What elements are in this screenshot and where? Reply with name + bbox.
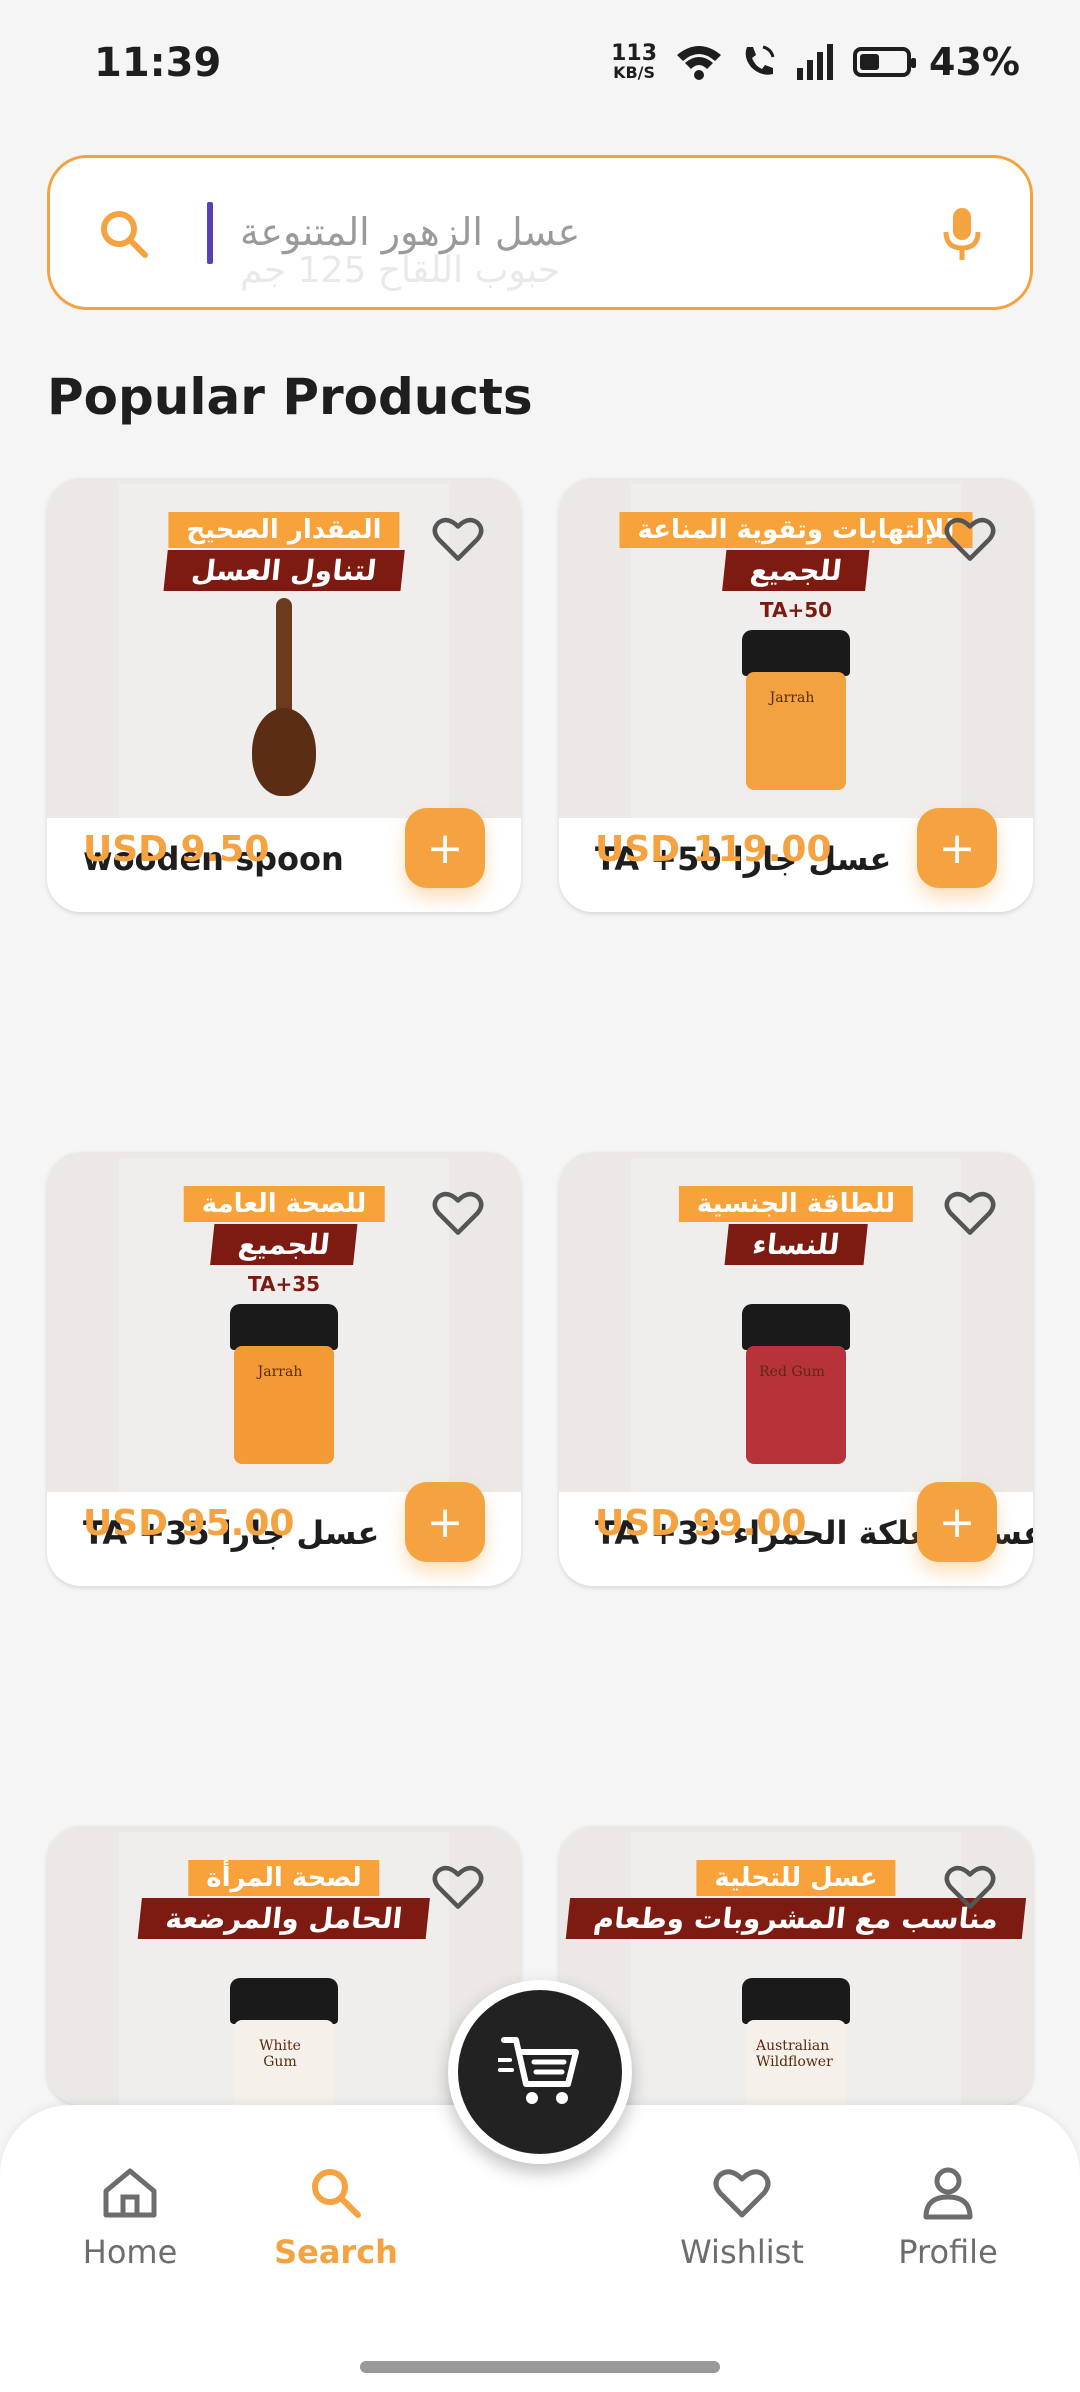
nav-home[interactable]: Home [50, 2165, 210, 2271]
search-placeholder-next: حبوب اللقاح 125 جم [240, 250, 561, 291]
section-title: Popular Products [47, 368, 533, 426]
nav-wishlist-label: Wishlist [680, 2233, 804, 2271]
add-to-cart-button[interactable]: + [917, 1482, 997, 1562]
product-banner-top: للطاقة الجنسية [678, 1186, 914, 1222]
add-to-cart-button[interactable]: + [405, 1482, 485, 1562]
product-badge: TA+35 [247, 1272, 321, 1296]
product-banner-top: لصحة المرأة [188, 1860, 380, 1896]
heart-icon[interactable] [943, 514, 997, 564]
jar-image: White Gum [230, 1978, 338, 2105]
product-price: USD 95.00 [83, 1503, 295, 1544]
nav-search-label: Search [274, 2233, 398, 2271]
jar-image: Australian Wildflower [742, 1978, 850, 2105]
product-banner-bottom: للجميع [210, 1224, 358, 1265]
nav-profile-label: Profile [898, 2233, 998, 2271]
nav-search[interactable]: Search [256, 2165, 416, 2271]
jar-image: Red Gum [742, 1304, 850, 1464]
product-banner-top: للصحة العامة [183, 1186, 385, 1222]
call-signal-icon [745, 45, 775, 75]
product-banner-top: المقدار الصحيح [168, 512, 400, 548]
product-image[interactable]: المقدار الصحيح لتناول العسل [47, 478, 521, 818]
product-card[interactable]: للصحة العامة للجميع TA+35 Jarrah عسل جارا… [47, 1152, 521, 1586]
product-banner-bottom: للجميع [722, 550, 870, 591]
battery-icon [853, 47, 917, 77]
product-price: USD 99.00 [595, 1503, 807, 1544]
jar-label: Jarrah [257, 1364, 303, 1380]
product-price: USD 9.50 [83, 829, 270, 870]
status-bar: 11:39 113 KB/S 43% [0, 0, 1080, 135]
home-icon [103, 2168, 157, 2218]
jar-label: Red Gum [759, 1364, 825, 1380]
cart-button[interactable] [448, 1980, 632, 2164]
product-banner-bottom: لتناول العسل [163, 550, 405, 591]
heart-icon[interactable] [943, 1188, 997, 1238]
heart-icon[interactable] [431, 1188, 485, 1238]
search-bar[interactable]: عسل الزهور المتنوعة حبوب اللقاح 125 جم [47, 155, 1033, 310]
heart-icon[interactable] [943, 1862, 997, 1912]
add-to-cart-button[interactable]: + [405, 808, 485, 888]
jar-label: White Gum [259, 2038, 301, 2070]
product-price: USD 119.00 [595, 829, 832, 870]
product-badge: TA+50 [759, 598, 833, 622]
search-icon [312, 2169, 361, 2218]
product-banner-bottom: الحامل والمرضعة [137, 1898, 431, 1939]
add-to-cart-button[interactable]: + [917, 808, 997, 888]
heart-icon[interactable] [431, 1862, 485, 1912]
nav-home-label: Home [82, 2233, 178, 2271]
mic-icon[interactable] [942, 206, 982, 262]
status-icons: 113 KB/S 43% [611, 40, 1020, 84]
product-banner-top: للإلتهابات وتقوية المناعة [619, 512, 973, 548]
product-image[interactable]: للإلتهابات وتقوية المناعة للجميع TA+50 Ja… [559, 478, 1033, 818]
jar-label: Jarrah [769, 690, 815, 706]
heart-icon [713, 2169, 771, 2218]
search-input-placeholder[interactable]: عسل الزهور المتنوعة [240, 210, 580, 254]
heart-icon[interactable] [431, 514, 485, 564]
product-banner-bottom: للنساء [724, 1224, 868, 1265]
product-image[interactable]: للطاقة الجنسية للنساء Red Gum [559, 1152, 1033, 1492]
nav-profile[interactable]: Profile [868, 2165, 1028, 2271]
cell-signal-icon [797, 44, 834, 80]
search-icon [101, 211, 148, 258]
product-banner-top: عسل للتحلية [696, 1860, 896, 1896]
product-image[interactable]: للصحة العامة للجميع TA+35 Jarrah [47, 1152, 521, 1492]
cart-icon [498, 2037, 579, 2104]
profile-icon [923, 2167, 973, 2220]
nav-wishlist[interactable]: Wishlist [662, 2165, 822, 2271]
status-time: 11:39 [94, 40, 222, 86]
wifi-icon [677, 46, 722, 80]
battery-percent: 43% [929, 40, 1020, 84]
spoon-image [249, 598, 319, 798]
product-card[interactable]: المقدار الصحيح لتناول العسل wooden spoon… [47, 478, 521, 912]
product-card[interactable]: للطاقة الجنسية للنساء Red Gum عسل العلكة… [559, 1152, 1033, 1586]
jar-image: Jarrah [230, 1304, 338, 1464]
text-cursor [207, 202, 213, 264]
jar-image: Jarrah [742, 630, 850, 790]
product-card[interactable]: للإلتهابات وتقوية المناعة للجميع TA+50 Ja… [559, 478, 1033, 912]
home-indicator[interactable] [360, 2361, 720, 2373]
jar-label: Australian Wildflower [756, 2038, 833, 2070]
network-speed: 113 KB/S [611, 40, 658, 82]
